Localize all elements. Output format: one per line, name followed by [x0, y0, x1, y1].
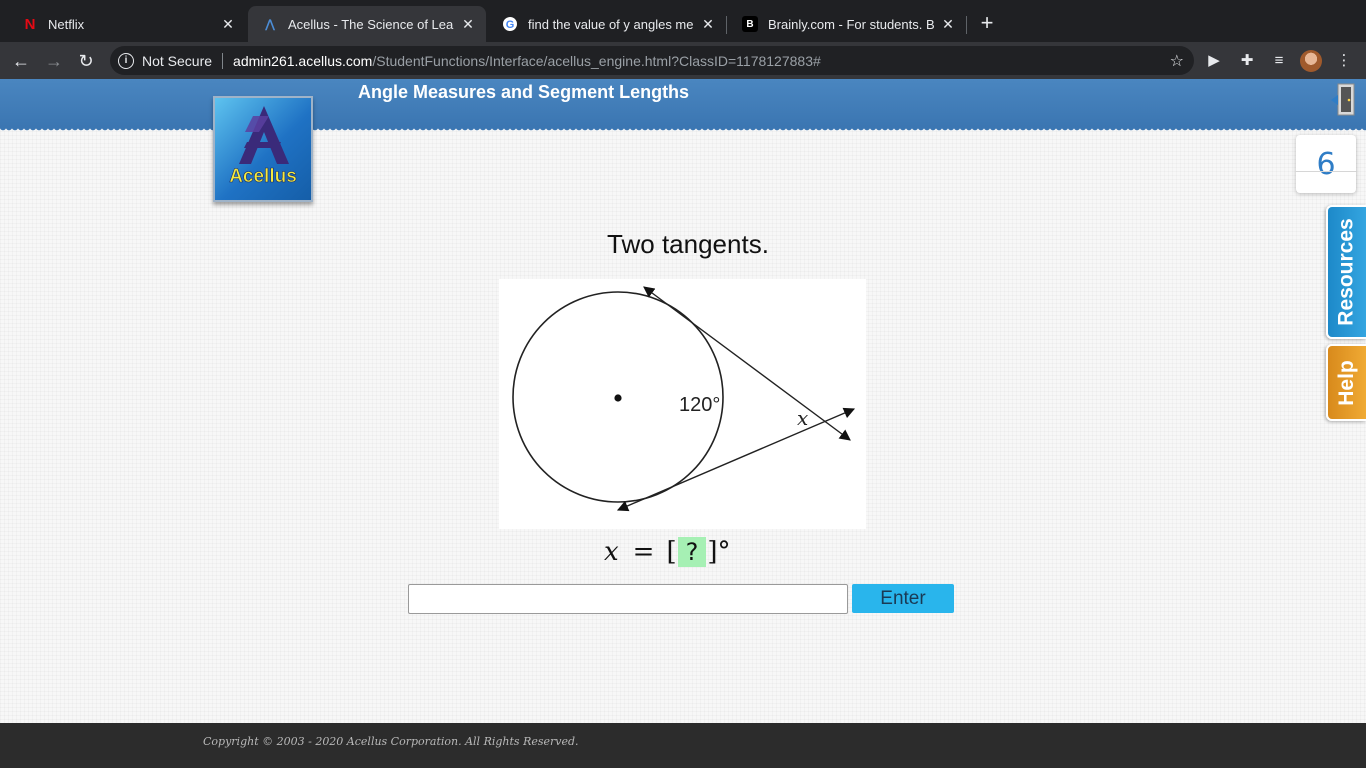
- close-icon[interactable]: ✕: [700, 16, 716, 32]
- bookmark-star-icon[interactable]: ☆: [1170, 51, 1184, 71]
- arc-measure-label: 120°: [679, 394, 720, 416]
- extensions-puzzle-icon[interactable]: ✚: [1237, 51, 1257, 71]
- tab-title: find the value of y angles meas: [528, 16, 694, 32]
- tangent-line-upper: [643, 286, 851, 441]
- tab-title: Acellus - The Science of Learni: [288, 16, 454, 32]
- tab-google-search[interactable]: G find the value of y angles meas ✕: [488, 6, 726, 42]
- tab-brainly[interactable]: B Brainly.com - For students. By ✕: [728, 6, 966, 42]
- step-number: 6: [1316, 147, 1336, 182]
- step-counter: 6: [1296, 135, 1356, 193]
- logo-text: Acellus: [229, 166, 297, 188]
- url-host: admin261.acellus.com: [233, 52, 373, 69]
- google-icon: G: [502, 16, 518, 32]
- security-label: Not Secure: [142, 52, 213, 69]
- copyright-text: Copyright © 2003 - 2020 Acellus Corporat…: [203, 735, 579, 748]
- answer-equation: x = [ ? ] °: [604, 534, 731, 570]
- omnibox-divider: [222, 52, 224, 69]
- lesson-title: Angle Measures and Segment Lengths: [358, 82, 690, 102]
- netflix-icon: N: [24, 15, 36, 33]
- resources-tab[interactable]: Resources: [1326, 205, 1366, 339]
- acellus-logo-mark-icon: [239, 106, 289, 164]
- url-path: /StudentFunctions/Interface/acellus_engi…: [372, 52, 821, 69]
- profile-avatar[interactable]: [1300, 50, 1322, 72]
- browser-menu-icon[interactable]: ⋮: [1334, 51, 1354, 71]
- tab-separator: [966, 16, 967, 34]
- close-icon[interactable]: ✕: [220, 16, 236, 32]
- circle-center-point: [614, 394, 622, 402]
- close-icon[interactable]: ✕: [940, 16, 956, 32]
- acellus-icon: ⋀: [264, 17, 276, 31]
- resources-tab-label: Resources: [1335, 218, 1359, 326]
- equation-open-bracket: [: [666, 537, 677, 567]
- address-bar[interactable]: i Not Secure admin261.acellus.com /Stude…: [110, 46, 1194, 75]
- equation-variable: x: [604, 537, 619, 567]
- brainly-icon: B: [742, 16, 758, 32]
- equation-equals: =: [632, 537, 655, 567]
- equation-close-bracket: ]: [707, 537, 718, 567]
- help-tab-label: Help: [1335, 359, 1359, 406]
- browser-toolbar: ← → ↻ i Not Secure admin261.acellus.com …: [0, 42, 1366, 79]
- tab-acellus[interactable]: ⋀ Acellus - The Science of Learni ✕: [248, 6, 486, 42]
- extension-play-icon[interactable]: ▶: [1204, 51, 1224, 71]
- lesson-header: Angle Measures and Segment Lengths: [0, 79, 1366, 133]
- tab-title: Netflix: [48, 16, 85, 32]
- forward-arrow-icon[interactable]: →: [43, 50, 65, 72]
- new-tab-plus-icon[interactable]: +: [976, 12, 998, 34]
- equation-degree-unit: °: [717, 537, 731, 567]
- page-footer: Copyright © 2003 - 2020 Acellus Corporat…: [0, 723, 1366, 768]
- question-title: Two tangents.: [607, 229, 769, 259]
- acellus-logo: Acellus: [213, 96, 313, 202]
- tangent-diagram: 120° x: [512, 286, 856, 512]
- media-queue-icon[interactable]: ≡: [1269, 51, 1289, 71]
- svg-text:G: G: [506, 19, 515, 31]
- tab-netflix[interactable]: N Netflix ✕: [8, 6, 246, 42]
- geometry-figure: 120° x: [499, 279, 866, 529]
- tab-separator: [726, 16, 727, 34]
- angle-x-label: x: [797, 406, 808, 430]
- help-tab[interactable]: Help: [1326, 344, 1366, 421]
- info-icon[interactable]: i: [118, 52, 134, 69]
- tangent-line-lower: [616, 407, 856, 512]
- close-icon[interactable]: ✕: [460, 16, 476, 32]
- back-arrow-icon[interactable]: ←: [10, 50, 32, 72]
- browser-tab-strip: N Netflix ✕ ⋀ Acellus - The Science of L…: [0, 0, 1366, 42]
- acellus-page: Angle Measures and Segment Lengths Acell…: [0, 79, 1366, 723]
- enter-button[interactable]: Enter: [852, 584, 954, 613]
- tab-title: Brainly.com - For students. By: [768, 16, 934, 32]
- reload-icon[interactable]: ↻: [75, 50, 97, 72]
- answer-placeholder-box: ?: [677, 537, 707, 567]
- answer-input[interactable]: [408, 584, 848, 614]
- exit-door-icon[interactable]: [1330, 83, 1356, 117]
